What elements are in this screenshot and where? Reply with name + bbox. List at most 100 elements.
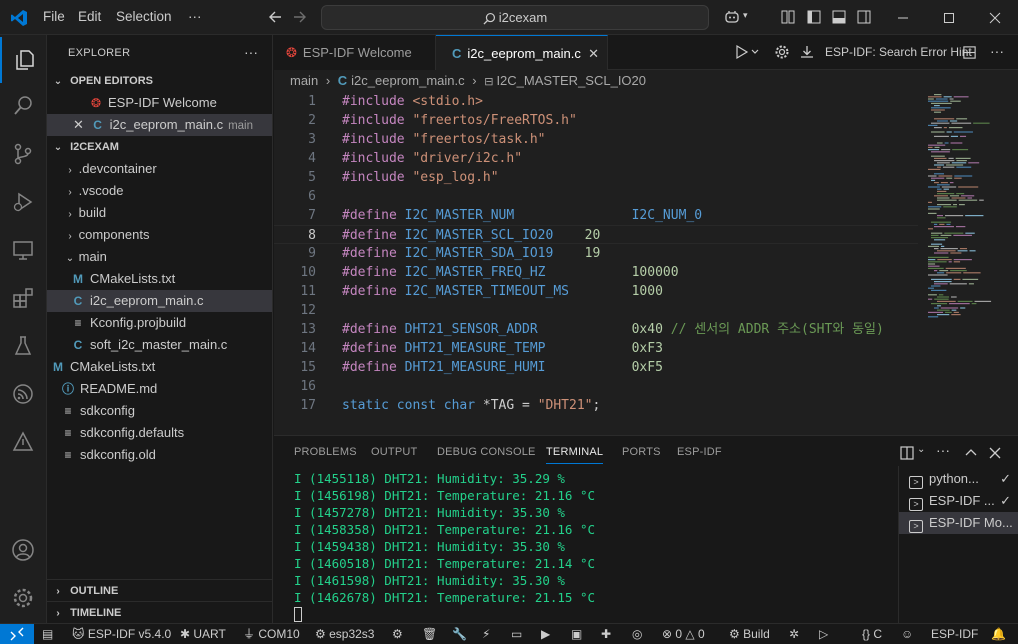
terminal-item-python[interactable]: > python... ✓ [899, 468, 1018, 490]
panel-tab-terminal[interactable]: TERMINAL [546, 436, 604, 468]
code-line[interactable]: 10 #define I2C_MASTER_FREQ_HZ 100000 [274, 263, 918, 282]
editor-more-actions[interactable]: ··· [990, 43, 1004, 59]
accounts-activity[interactable] [0, 527, 47, 573]
monitor-button[interactable]: ▭ [511, 624, 522, 644]
command-center-search[interactable]: i2cexam [321, 5, 709, 30]
folder-icon[interactable]: ▤ [42, 624, 53, 644]
tab-i2c-eeprom-main[interactable]: Ci2c_eeprom_main.c ✕ [436, 35, 608, 70]
code-line[interactable]: 17 static const char *TAG = "DHT21"; [274, 396, 918, 415]
tab-esp-idf-welcome[interactable]: ❂ ESP-IDF Welcome [274, 35, 436, 70]
code-line[interactable]: 16 [274, 377, 918, 396]
code-line[interactable]: 7 #define I2C_MASTER_NUM I2C_NUM_0 [274, 206, 918, 225]
customize-layout-icon[interactable] [780, 9, 796, 25]
forward-arrow-icon[interactable] [291, 8, 309, 26]
toggle-secondary-sidebar-icon[interactable] [856, 9, 872, 25]
code-line[interactable]: 6 [274, 187, 918, 206]
remote-indicator[interactable] [0, 624, 34, 644]
flash-button[interactable]: ⚡ [482, 624, 490, 644]
split-editor-icon[interactable] [962, 45, 977, 60]
explorer-activity[interactable] [0, 37, 47, 83]
tree-item-sdkconfig-old[interactable]: ≡ sdkconfig.old [47, 444, 272, 466]
debug-button[interactable]: ✲ [789, 624, 799, 644]
code-line[interactable]: 13 #define DHT21_SENSOR_ADDR 0x40 // 센서의 … [274, 320, 918, 339]
menu-more[interactable]: ··· [188, 9, 202, 24]
tree-item-sdkconfig-defaults[interactable]: ≡ sdkconfig.defaults [47, 422, 272, 444]
copilot-icon[interactable] [724, 9, 740, 25]
minimap[interactable] [926, 92, 1018, 435]
code-line[interactable]: 11 #define I2C_MASTER_TIMEOUT_MS 1000 [274, 282, 918, 301]
panel-tab-debug-console[interactable]: DEBUG CONSOLE [437, 436, 536, 468]
code-line[interactable]: 15 #define DHT21_MEASURE_HUMI 0xF5 [274, 358, 918, 377]
commit-button[interactable]: ✚ [601, 624, 611, 644]
tree-item-build[interactable]: › build [47, 202, 272, 224]
copilot-dropdown-icon[interactable]: ▾ [743, 10, 748, 21]
notifications-bell-icon[interactable]: 🔔 [991, 624, 1006, 644]
build-project-button[interactable]: 🔧 [452, 624, 467, 644]
workspace-folder-section[interactable]: ⌄ I2CEXAM [47, 136, 272, 158]
code-line[interactable]: 5 #include "esp_log.h" [274, 168, 918, 187]
terminal-item-esp-idf-monitor[interactable]: > ESP-IDF Mo... [899, 512, 1018, 534]
breadcrumb-symbol[interactable]: I2C_MASTER_SCL_IO20 [496, 73, 646, 88]
code-line[interactable]: 3 #include "freertos/task.h" [274, 130, 918, 149]
close-window-button[interactable] [972, 0, 1018, 35]
build-flash-monitor-button[interactable]: ▶ [541, 624, 550, 644]
menu-file[interactable]: File [43, 9, 65, 24]
split-terminal-icon[interactable] [899, 445, 915, 461]
tree-item-readme[interactable]: ⓘ README.md [47, 378, 272, 400]
terminal-item-esp-idf[interactable]: > ESP-IDF ... ✓ [899, 490, 1018, 512]
tree-item-components[interactable]: › components [47, 224, 272, 246]
code-editor[interactable]: 1 #include <stdio.h> 2 #include "freertos/F… [274, 92, 918, 435]
search-error-hint-button[interactable]: ESP-IDF: Search Error Hint [825, 35, 972, 70]
chevron-down-icon[interactable]: ⌄ [917, 444, 925, 455]
panel-tab-esp-idf[interactable]: ESP-IDF [677, 436, 722, 468]
tree-item-i2c-eeprom-main[interactable]: Ci2c_eeprom_main.c [47, 290, 272, 312]
breadcrumb-folder[interactable]: main [290, 73, 318, 88]
minimize-button[interactable] [880, 0, 926, 35]
tree-item-vscode[interactable]: › .vscode [47, 180, 272, 202]
problems-indicator[interactable]: ⊗ 0 △ 0 [662, 624, 705, 644]
copilot-status[interactable]: ☺ [901, 624, 913, 644]
toggle-panel-icon[interactable] [831, 9, 847, 25]
openocd-button[interactable]: ◎ [632, 624, 642, 644]
testing-activity[interactable] [0, 323, 47, 369]
tree-item-main[interactable]: ⌄ main [47, 246, 272, 268]
tree-item-kconfig[interactable]: ≡ Kconfig.projbuild [47, 312, 272, 334]
esp-idf-explorer-activity[interactable] [0, 371, 47, 417]
toggle-sidebar-icon[interactable] [806, 9, 822, 25]
open-terminal-button[interactable]: ▣ [571, 624, 582, 644]
sdk-config-button[interactable]: ⚙ [392, 624, 403, 644]
tree-item-devcontainer[interactable]: › .devcontainer [47, 158, 272, 180]
explorer-more-button[interactable]: ··· [244, 44, 258, 60]
download-icon[interactable] [799, 44, 815, 60]
run-debug-dropdown-icon[interactable] [735, 44, 761, 60]
tree-item-soft-i2c[interactable]: Csoft_i2c_master_main.c [47, 334, 272, 356]
menu-selection[interactable]: Selection [116, 9, 172, 24]
build-button[interactable]: ⚙ Build [729, 624, 770, 644]
back-arrow-icon[interactable] [266, 8, 284, 26]
terminal-output[interactable]: I (1455118) DHT21: Humidity: 35.29 % I (… [294, 470, 894, 622]
port-selector[interactable]: ⏚ COM10 [243, 624, 300, 644]
remote-explorer-activity[interactable] [0, 227, 47, 273]
close-tab-icon[interactable]: ✕ [588, 36, 599, 71]
maximize-panel-icon[interactable] [964, 446, 978, 460]
open-editors-section[interactable]: ⌄ OPEN EDITORS [47, 70, 272, 92]
gear-icon[interactable] [774, 44, 790, 60]
code-line[interactable]: 4 #include "driver/i2c.h" [274, 149, 918, 168]
code-line[interactable]: 2 #include "freertos/FreeRTOS.h" [274, 111, 918, 130]
tree-item-sdkconfig[interactable]: ≡ sdkconfig [47, 400, 272, 422]
panel-tab-problems[interactable]: PROBLEMS [294, 436, 357, 468]
code-line[interactable]: 9 #define I2C_MASTER_SDA_IO19 19 [274, 244, 918, 263]
run-button[interactable]: ▷ [819, 624, 828, 644]
close-editor-icon[interactable]: ✕ [73, 114, 87, 136]
panel-tab-output[interactable]: OUTPUT [371, 436, 417, 468]
timeline-section[interactable]: › TIMELINE [47, 601, 272, 623]
breadcrumb-file[interactable]: i2c_eeprom_main.c [351, 73, 464, 88]
panel-more-button[interactable]: ··· [936, 442, 950, 458]
esp-idf-status[interactable]: ESP-IDF [931, 624, 978, 644]
code-line[interactable]: 12 [274, 301, 918, 320]
code-line[interactable]: 8 #define I2C_MASTER_SCL_IO20 20 [274, 225, 918, 244]
run-debug-activity[interactable] [0, 179, 47, 225]
open-editor-item-active[interactable]: ✕ Ci2c_eeprom_main.c main [47, 114, 272, 136]
maximize-button[interactable] [926, 0, 972, 35]
open-editor-item[interactable]: ❂ ESP-IDF Welcome [47, 92, 272, 114]
